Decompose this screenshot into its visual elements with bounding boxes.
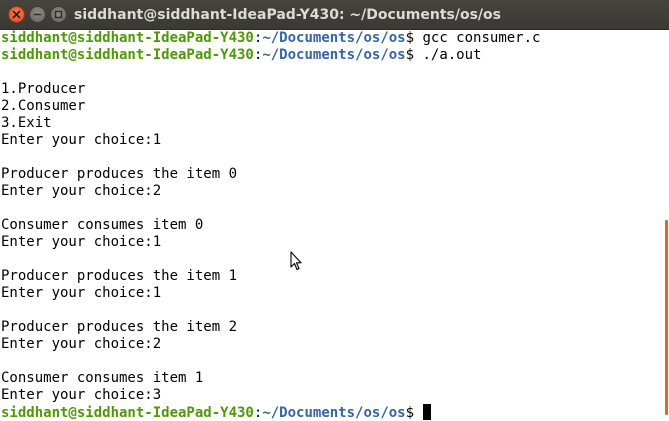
- close-button[interactable]: [8, 6, 25, 23]
- output-line: Consumer consumes item 1: [1, 370, 204, 386]
- output-line: Enter your choice:1: [1, 132, 162, 148]
- prompt-symbol: $: [405, 405, 423, 421]
- terminal-cursor: [423, 404, 432, 420]
- command-text: gcc consumer.c: [422, 30, 541, 46]
- window-title: siddhant@siddhant-IdeaPad-Y430: ~/Docume…: [74, 7, 501, 23]
- title-bar[interactable]: siddhant@siddhant-IdeaPad-Y430: ~/Docume…: [0, 0, 669, 30]
- output-line: Enter your choice:1: [1, 234, 162, 250]
- maximize-button[interactable]: [50, 6, 67, 23]
- output-line: Producer produces the item 2: [1, 319, 238, 335]
- prompt-symbol: $: [405, 30, 423, 46]
- prompt-line: siddhant@siddhant-IdeaPad-Y430:~/Documen…: [1, 30, 657, 47]
- minimize-icon: [33, 13, 42, 16]
- output-line: Consumer consumes item 0: [1, 217, 204, 233]
- prompt-path: ~/Documents/os/os: [262, 30, 406, 46]
- output-line: Enter your choice:2: [1, 183, 162, 199]
- terminal-output[interactable]: siddhant@siddhant-IdeaPad-Y430:~/Documen…: [0, 30, 657, 421]
- minimize-button[interactable]: [29, 6, 46, 23]
- prompt-line: siddhant@siddhant-IdeaPad-Y430:~/Documen…: [1, 404, 657, 421]
- prompt-user: siddhant@siddhant-IdeaPad-Y430: [1, 47, 254, 63]
- output-line: Producer produces the item 0: [1, 166, 238, 182]
- prompt-line: siddhant@siddhant-IdeaPad-Y430:~/Documen…: [1, 47, 657, 64]
- terminal-window: siddhant@siddhant-IdeaPad-Y430: ~/Docume…: [0, 0, 669, 421]
- prompt-user: siddhant@siddhant-IdeaPad-Y430: [1, 30, 254, 46]
- prompt-path: ~/Documents/os/os: [262, 405, 406, 421]
- maximize-icon: [54, 10, 63, 19]
- output-line: Enter your choice:3: [1, 387, 162, 403]
- text-cursor-icon: [290, 251, 302, 271]
- prompt-symbol: $: [405, 47, 423, 63]
- prompt-path: ~/Documents/os/os: [262, 47, 406, 63]
- output-line: 2.Consumer: [1, 98, 86, 114]
- command-text: ./a.out: [422, 47, 482, 63]
- prompt-user: siddhant@siddhant-IdeaPad-Y430: [1, 405, 254, 421]
- close-icon: [12, 10, 21, 19]
- scrollbar[interactable]: [657, 30, 669, 421]
- output-line: Producer produces the item 1: [1, 268, 238, 284]
- output-line: 1.Producer: [1, 81, 86, 97]
- scrollbar-thumb[interactable]: [665, 220, 668, 415]
- output-line: 3.Exit: [1, 115, 52, 131]
- output-line: Enter your choice:1: [1, 285, 162, 301]
- output-line: Enter your choice:2: [1, 336, 162, 352]
